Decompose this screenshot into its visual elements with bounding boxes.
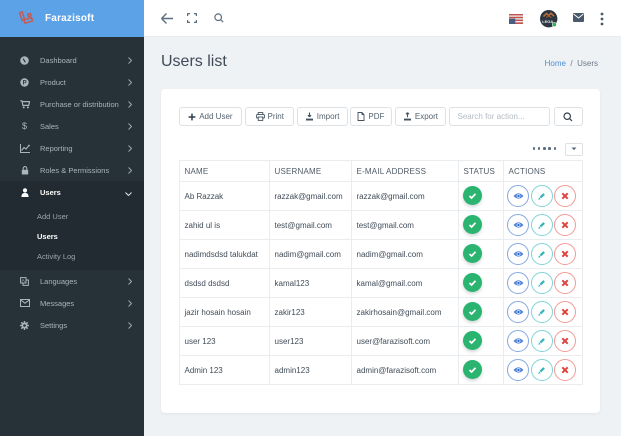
svg-text:A: A <box>22 278 26 283</box>
svg-text:P: P <box>23 80 27 86</box>
svg-text:LEGA: LEGA <box>542 19 553 24</box>
